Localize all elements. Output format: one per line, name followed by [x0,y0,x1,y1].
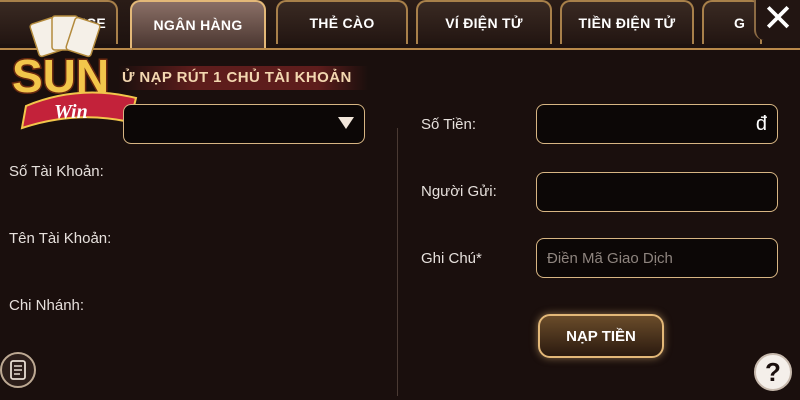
sender-input[interactable] [545,173,769,211]
amount-label: Số Tiền: [421,116,477,133]
help-button[interactable]: ? [754,353,792,391]
account-number-label: Số Tài Khoản: [9,163,104,180]
form-divider [397,128,398,396]
help-icon: ? [765,356,781,387]
history-button[interactable] [0,352,36,388]
note-field[interactable] [536,238,778,278]
tab-the-cao[interactable]: THẺ CÀO [276,0,408,44]
tab-vi-dien-tu[interactable]: VÍ ĐIỆN TỬ [416,0,552,44]
close-icon: ✕ [762,0,794,40]
tab-tien-dien-tu[interactable]: TIỀN ĐIỆN TỬ [560,0,694,44]
note-input[interactable] [545,239,769,277]
sender-label: Người Gửi: [421,183,497,200]
section-subtitle: Ử NẠP RÚT 1 CHỦ TÀI KHOẢN [118,66,368,90]
currency-symbol: đ [755,113,767,135]
account-name-label: Tên Tài Khoản: [9,230,112,247]
chevron-down-icon [338,117,354,129]
svg-text:Win: Win [54,101,88,123]
amount-field[interactable]: đ [536,104,778,144]
document-icon [10,360,26,380]
note-label: Ghi Chú* [421,250,482,267]
close-button[interactable]: ✕ [754,0,800,40]
bank-select[interactable] [123,104,365,144]
deposit-button[interactable]: NẠP TIỀN [538,314,664,358]
sender-field[interactable] [536,172,778,212]
tab-more[interactable]: G [702,0,762,44]
branch-label: Chi Nhánh: [9,297,85,314]
